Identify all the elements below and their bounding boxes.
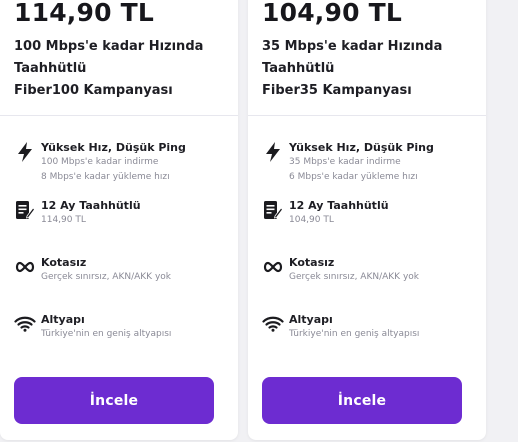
feature-title: Kotasız <box>41 256 87 269</box>
wifi-icon <box>14 313 36 335</box>
divider <box>248 115 486 116</box>
lightning-icon <box>262 141 284 163</box>
feature-detail: Türkiye'nin en geniş altyapısı <box>41 329 172 339</box>
feature-detail: 104,90 TL <box>289 215 334 225</box>
feature-title: Altyapı <box>289 313 333 326</box>
price: 114,90 TL <box>14 0 154 27</box>
feature-detail: Türkiye'nin en geniş altyapısı <box>289 329 420 339</box>
campaign-title-line: 35 Mbps'e kadar Hızında <box>262 39 443 54</box>
feature-title: Yüksek Hız, Düşük Ping <box>289 141 434 154</box>
feature-detail: Gerçek sınırsız, AKN/AKK yok <box>41 272 171 282</box>
campaign-title-line: Fiber35 Kampanyası <box>262 83 412 98</box>
feature-detail: 114,90 TL <box>41 215 86 225</box>
feature-detail: 35 Mbps'e kadar indirme <box>289 157 401 167</box>
feature-title: Altyapı <box>41 313 85 326</box>
campaign-card-fiber100: 114,90 TL 100 Mbps'e kadar Hızında Taahh… <box>0 0 238 440</box>
lightning-icon <box>14 141 36 163</box>
campaign-title-line: Taahhütlü <box>14 61 87 76</box>
feature-title: 12 Ay Taahhütlü <box>289 199 389 212</box>
divider <box>0 115 238 116</box>
campaign-title: 35 Mbps'e kadar Hızında Taahhütlü Fiber3… <box>262 36 477 102</box>
feature-title: 12 Ay Taahhütlü <box>41 199 141 212</box>
wifi-icon <box>262 313 284 335</box>
campaign-title-line: Taahhütlü <box>262 61 335 76</box>
inspect-button[interactable]: İncele <box>262 377 462 424</box>
feature-detail: 100 Mbps'e kadar indirme <box>41 157 159 167</box>
feature-detail: 8 Mbps'e kadar yükleme hızı <box>41 172 170 182</box>
infinity-icon <box>262 256 284 278</box>
campaign-title-line: Fiber100 Kampanyası <box>14 83 173 98</box>
contract-icon <box>262 199 284 221</box>
feature-detail: Gerçek sınırsız, AKN/AKK yok <box>289 272 419 282</box>
price: 104,90 TL <box>262 0 402 27</box>
contract-icon <box>14 199 36 221</box>
feature-title: Yüksek Hız, Düşük Ping <box>41 141 186 154</box>
feature-detail: 6 Mbps'e kadar yükleme hızı <box>289 172 418 182</box>
inspect-button[interactable]: İncele <box>14 377 214 424</box>
feature-title: Kotasız <box>289 256 335 269</box>
campaign-title: 100 Mbps'e kadar Hızında Taahhütlü Fiber… <box>14 36 229 102</box>
infinity-icon <box>14 256 36 278</box>
campaign-title-line: 100 Mbps'e kadar Hızında <box>14 39 204 54</box>
campaign-card-fiber35: 104,90 TL 35 Mbps'e kadar Hızında Taahhü… <box>248 0 486 440</box>
